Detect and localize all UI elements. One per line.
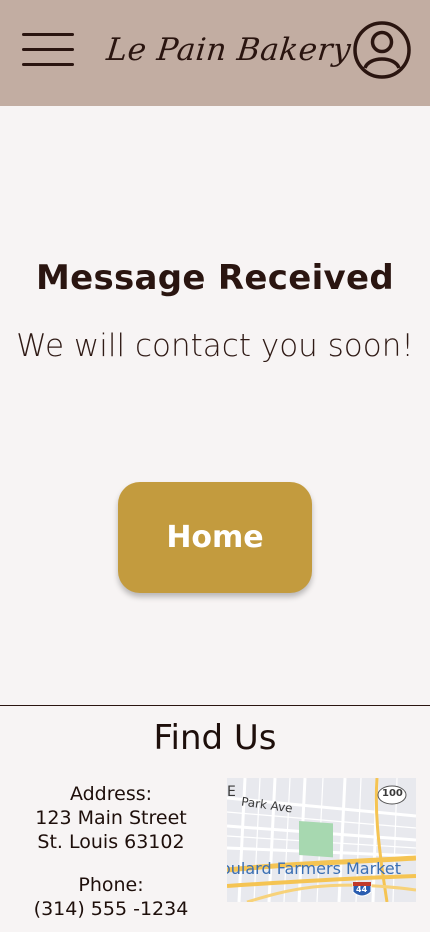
- contact-info: Address: 123 Main Street St. Louis 63102…: [0, 782, 222, 921]
- site-footer: Find Us Address: 123 Main Street St. Lou…: [0, 705, 430, 932]
- phone-number[interactable]: (314) 555 -1234: [0, 897, 222, 921]
- brand-logo[interactable]: Le Pain Bakery: [103, 32, 353, 82]
- home-button[interactable]: Home: [118, 482, 312, 593]
- user-circle-icon: [353, 21, 411, 79]
- address-line-1: 123 Main Street: [35, 807, 187, 829]
- footer-title: Find Us: [153, 718, 277, 758]
- hamburger-icon-line: [22, 48, 74, 51]
- address-label: Address:: [69, 783, 153, 805]
- confirmation-section: Message Received We will contact you soo…: [0, 106, 430, 705]
- address-line-2: St. Louis 63102: [37, 831, 185, 853]
- hamburger-icon: [22, 33, 74, 36]
- phone-label: Phone:: [78, 874, 144, 896]
- page-title: Message Received: [35, 258, 394, 298]
- hamburger-icon-line: [22, 63, 74, 66]
- map-route-badge: 100: [382, 788, 403, 799]
- map-label-partial: E: [227, 784, 236, 800]
- map-place-label: oulard Farmers Market: [227, 859, 401, 878]
- menu-button[interactable]: [20, 30, 76, 70]
- site-header: Le Pain Bakery: [0, 0, 430, 106]
- profile-button[interactable]: [352, 20, 412, 80]
- confirmation-message: We will contact you soon!: [16, 328, 414, 364]
- location-map[interactable]: E Park Ave 100 oulard Farmers Market 44: [227, 778, 416, 902]
- map-interstate-badge: 44: [356, 885, 368, 894]
